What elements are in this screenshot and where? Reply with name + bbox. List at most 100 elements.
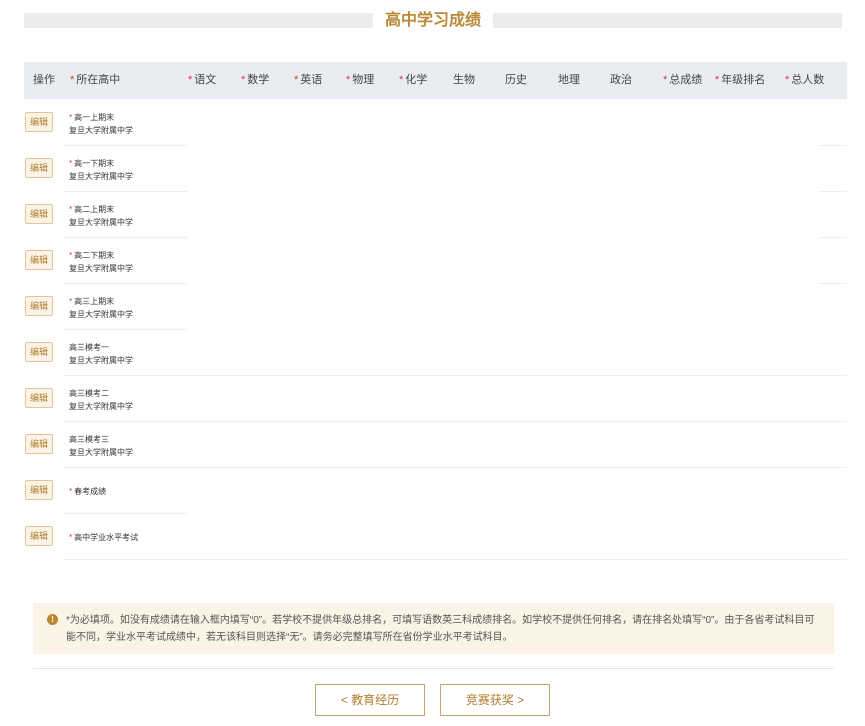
required-mark: * <box>70 74 75 86</box>
required-mark: * <box>715 74 720 86</box>
table-row: 编辑 高三模考二复旦大学附属中学 <box>24 376 847 422</box>
table-row: 编辑 高三模考三 复旦大学附属中学 <box>24 422 847 468</box>
exam-label: 春考成绩 <box>74 487 107 496</box>
column-header: * 年级排名 <box>715 62 765 99</box>
school-name: 复旦大学附属中学 <box>69 126 133 135</box>
exam-label: 高一上期末 <box>74 113 115 122</box>
exam-label: 高三模考二 <box>69 389 109 398</box>
edit-button[interactable]: 编辑 <box>25 204 53 224</box>
edit-button[interactable]: 编辑 <box>25 434 53 454</box>
column-header: * 物理 <box>346 62 374 99</box>
page-title: 高中学习成绩 <box>373 8 493 34</box>
column-header: * 化学 <box>399 62 427 99</box>
edit-button[interactable]: 编辑 <box>25 296 53 316</box>
required-mark: * <box>69 297 73 306</box>
exam-name: * 高一上期末 <box>69 111 133 124</box>
column-header-label: 数学 <box>247 74 270 86</box>
row-info: 高三模考三复旦大学附属中学 <box>69 433 133 459</box>
required-mark: * <box>241 74 246 86</box>
column-header: 政治 <box>610 62 632 99</box>
school-name: 复旦大学附属中学 <box>69 448 133 457</box>
edit-button[interactable]: 编辑 <box>25 342 53 362</box>
prev-button[interactable]: < 教育经历 <box>315 684 425 716</box>
row-info: * 春考成绩 <box>69 485 106 498</box>
exam-name: * 高中学业水平考试 <box>69 531 138 544</box>
table-header: 操作 * 所在高中 * 语文 * 数学 * 英语 * 物理 * 化学 生物 历史 地理 政治 * 总成绩 * 年级排名 *… <box>24 62 847 99</box>
school-name: 复旦大学附属中学 <box>69 218 133 227</box>
row-info: * 高一下期末复旦大学附属中学 <box>69 157 133 183</box>
row-info: * 高一上期末复旦大学附属中学 <box>69 111 133 137</box>
exam-name: * 高二下期末 <box>69 249 133 262</box>
required-mark: * <box>294 74 299 86</box>
row-divider <box>64 559 847 560</box>
school-name: 复旦大学附属中学 <box>69 264 133 273</box>
column-header-label: 地理 <box>558 74 580 86</box>
column-header-label: 历史 <box>505 74 527 86</box>
column-header: * 所在高中 <box>70 62 120 99</box>
required-mark: * <box>399 74 404 86</box>
exam-name: 高三模考三 <box>69 433 133 446</box>
column-header: 生物 <box>453 62 475 99</box>
table-row: 编辑 * 高三上期末复旦大学附属中学 <box>24 284 847 330</box>
column-header-label: 英语 <box>300 74 323 86</box>
column-header-label: 操作 <box>33 74 55 86</box>
exam-label: 高一下期末 <box>74 159 115 168</box>
column-header-label: 政治 <box>610 74 632 86</box>
column-header: 地理 <box>558 62 580 99</box>
exam-label: 高二下期末 <box>74 251 115 260</box>
column-header: * 总人数 <box>785 62 824 99</box>
required-mark: * <box>785 74 790 86</box>
column-header: * 英语 <box>294 62 322 99</box>
required-mark: * <box>69 533 73 542</box>
required-mark: * <box>346 74 351 86</box>
required-mark: * <box>69 205 73 214</box>
row-info: * 高二下期末复旦大学附属中学 <box>69 249 133 275</box>
row-info: 高三模考一复旦大学附属中学 <box>69 341 133 367</box>
info-icon: ! <box>47 614 58 625</box>
divider <box>33 668 834 669</box>
required-mark: * <box>188 74 193 86</box>
school-name: 复旦大学附属中学 <box>69 172 133 181</box>
column-header-label: 所在高中 <box>76 74 121 86</box>
table-row: 编辑 * 高一上期末复旦大学附属中学 <box>24 100 847 146</box>
table-row: 编辑 * 高二下期末复旦大学附属中学 <box>24 238 847 284</box>
table-row: 编辑 * 高一下期末复旦大学附属中学 <box>24 146 847 192</box>
column-header: * 总成绩 <box>663 62 702 99</box>
exam-name: 高三模考一 <box>69 341 133 354</box>
exam-name: 高三模考二 <box>69 387 133 400</box>
notice-text: *为必填项。如没有成绩请在输入框内填写“0”。若学校不提供年级总排名，可填写语数… <box>66 615 815 643</box>
row-info: * 高二上期末复旦大学附属中学 <box>69 203 133 229</box>
school-name: 复旦大学附属中学 <box>69 402 133 411</box>
column-header-label: 总人数 <box>791 74 825 86</box>
edit-button[interactable]: 编辑 <box>25 250 53 270</box>
table-row: 编辑 * 高二上期末复旦大学附属中学 <box>24 192 847 238</box>
required-mark: * <box>69 159 73 168</box>
school-name: 复旦大学附属中学 <box>69 310 133 319</box>
column-header: * 语文 <box>188 62 216 99</box>
edit-button[interactable]: 编辑 <box>25 158 53 178</box>
table-row: 编辑 高三模考一 复旦大学附属中学 <box>24 330 847 376</box>
exam-label: 高三上期末 <box>74 297 115 306</box>
edit-button[interactable]: 编辑 <box>25 526 53 546</box>
required-mark: * <box>663 74 668 86</box>
exam-label: 高二上期末 <box>74 205 115 214</box>
column-header-label: 化学 <box>405 74 428 86</box>
edit-button[interactable]: 编辑 <box>25 480 53 500</box>
column-header-label: 年级排名 <box>721 74 766 86</box>
exam-label: 高三模考三 <box>69 435 109 444</box>
edit-button[interactable]: 编辑 <box>25 112 53 132</box>
column-header: * 数学 <box>241 62 269 99</box>
column-header-label: 物理 <box>352 74 375 86</box>
column-header: 历史 <box>505 62 527 99</box>
column-header: 操作 <box>33 62 55 99</box>
required-mark: * <box>69 113 73 122</box>
column-header-label: 语文 <box>194 74 217 86</box>
next-button[interactable]: 竞赛获奖 > <box>440 684 550 716</box>
exam-name: * 高二上期末 <box>69 203 133 216</box>
edit-button[interactable]: 编辑 <box>25 388 53 408</box>
school-name: 复旦大学附属中学 <box>69 356 133 365</box>
notice-box: ! *为必填项。如没有成绩请在输入框内填写“0”。若学校不提供年级总排名，可填写… <box>33 603 834 654</box>
required-mark: * <box>69 251 73 260</box>
table-row: 编辑 * 春考成绩 <box>24 468 847 514</box>
column-header-label: 生物 <box>453 74 475 86</box>
